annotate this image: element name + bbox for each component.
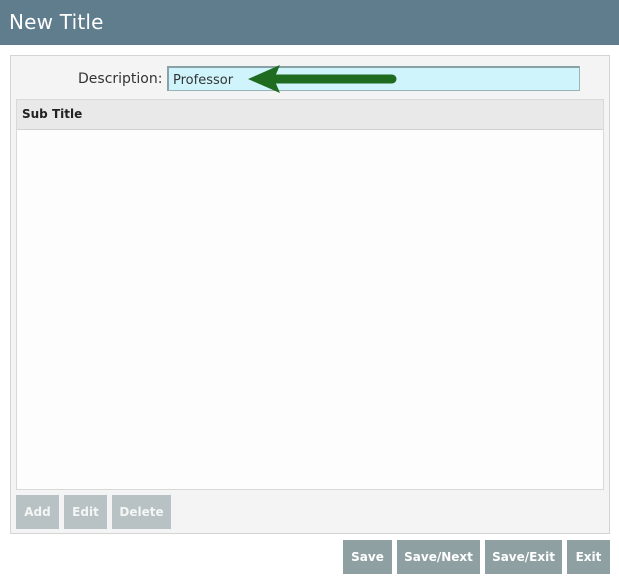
edit-button[interactable]: Edit: [64, 495, 107, 529]
description-label: Description:: [78, 71, 163, 87]
description-input[interactable]: [167, 66, 580, 91]
add-button[interactable]: Add: [16, 495, 59, 529]
save-exit-button[interactable]: Save/Exit: [485, 540, 562, 574]
window-title: New Title: [9, 10, 104, 34]
save-next-button[interactable]: Save/Next: [397, 540, 480, 574]
sub-title-grid: Sub Title: [16, 99, 604, 490]
grid-header: Sub Title: [17, 100, 603, 130]
title-bar: New Title: [0, 0, 619, 45]
column-header-sub-title[interactable]: Sub Title: [22, 107, 82, 121]
exit-button[interactable]: Exit: [567, 540, 610, 574]
save-button[interactable]: Save: [343, 540, 392, 574]
grid-body[interactable]: [17, 130, 603, 489]
delete-button[interactable]: Delete: [112, 495, 171, 529]
